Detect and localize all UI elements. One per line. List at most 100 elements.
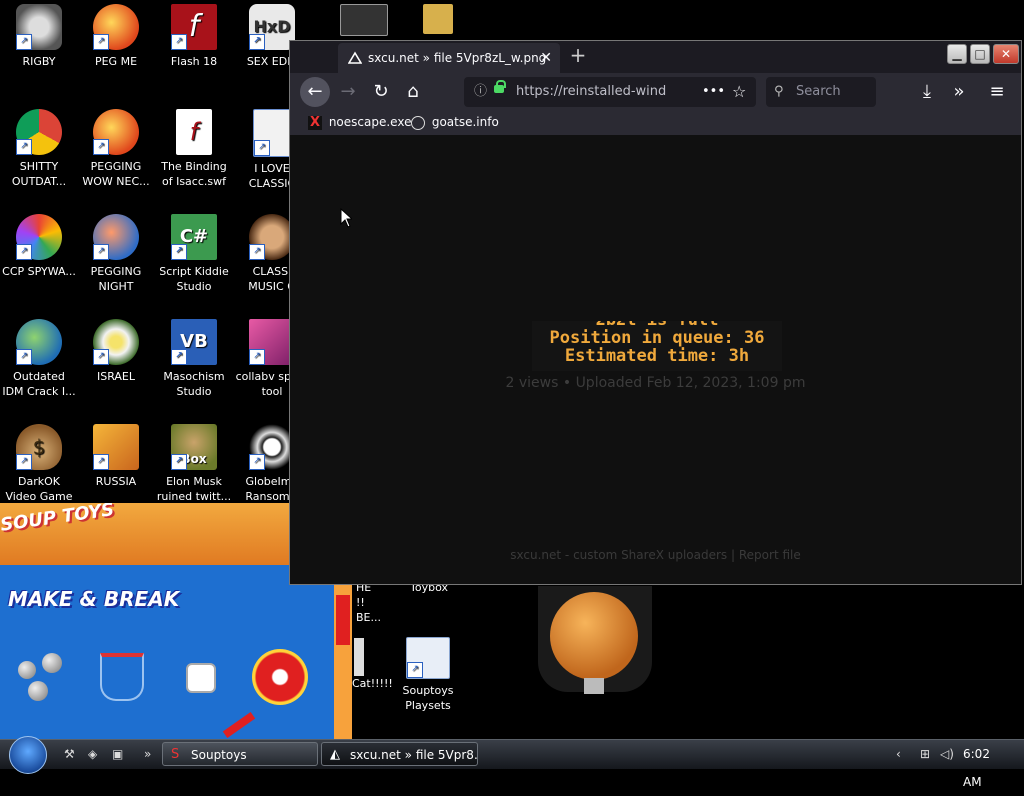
firefox-tab-icon: ◭ (330, 747, 340, 762)
home-button[interactable]: ⌂ (398, 77, 428, 107)
desktop-icon-pegging-wow[interactable]: ↗ PEGGING WOW NEC... (78, 109, 154, 189)
red-arrow-icon[interactable] (336, 595, 350, 645)
close-window-button[interactable]: ✕ (993, 44, 1019, 64)
basketball-stand (584, 678, 604, 694)
system-clock[interactable]: 6:02 AM (963, 740, 1011, 796)
partial-label-fragment: HE !! BE... (356, 581, 381, 624)
red-x-icon: X (308, 114, 322, 130)
red-stick-toy[interactable] (222, 711, 256, 739)
terminal-icon (340, 4, 388, 36)
url-bar[interactable]: ⓘ https://reinstalled-wind ••• ☆ (464, 77, 756, 107)
desktop-icon-russia[interactable]: ↗ RUSSIA (78, 424, 154, 489)
volume-icon[interactable]: ◁) (940, 745, 954, 763)
quicklaunch-desktop-icon[interactable]: ▣ (112, 745, 123, 763)
sxcu-favicon-icon (348, 51, 362, 64)
desktop-icon-masochism-studio[interactable]: VB ↗ Masochism Studio (156, 319, 232, 399)
back-button[interactable]: ← (300, 77, 330, 107)
metal-ball[interactable] (18, 661, 36, 679)
folder-icon (423, 4, 453, 34)
bookmarks-toolbar: X noescape.exe goatse.info (290, 111, 1021, 135)
url-text: https://reinstalled-wind (516, 84, 667, 99)
desktop-icon-elon-musk[interactable]: Box ↗ Elon Musk ruined twitt... (156, 424, 232, 504)
bookmark-noescape[interactable]: X noescape.exe (308, 111, 411, 133)
quicklaunch-tool-icon[interactable]: ⚒ (64, 745, 75, 763)
desktop-icon-outdated-idm[interactable]: ↗ Outdated IDM Crack I... (1, 319, 77, 399)
flash-icon: f ↗ (171, 4, 217, 50)
desktop-icon-rigby[interactable]: ↗ RIGBY (1, 4, 77, 69)
mouse-cursor-icon (340, 208, 352, 228)
quicklaunch-overflow-icon[interactable]: » (144, 745, 151, 763)
menu-button[interactable]: ≡ (982, 77, 1012, 107)
desktop-icon-script-kiddie[interactable]: C# ↗ Script Kiddie Studio (156, 214, 232, 294)
quicklaunch-browser-icon[interactable]: ◈ (88, 745, 97, 763)
desktop-icon-partial-2[interactable] (400, 4, 476, 38)
desktop-icon-souptoys-playsets[interactable]: ↗ Souptoys Playsets (390, 637, 466, 713)
peg-p-icon: ↗ (93, 4, 139, 50)
network-icon[interactable]: ⊞ (920, 745, 930, 763)
forward-button[interactable]: → (333, 77, 363, 107)
show-hidden-icons-icon[interactable]: ‹ (896, 745, 901, 763)
make-and-break-title: MAKE & BREAK (8, 587, 180, 611)
tab-strip: sxcu.net » file 5Vpr8zL_w.png ✕ + ▁ □ ✕ (290, 41, 1021, 73)
gear-toy[interactable] (252, 649, 308, 705)
taskbar-button-souptoys[interactable]: S Souptoys (162, 742, 318, 766)
desktop-icon-pegging-night[interactable]: ↗ PEGGING NIGHT (78, 214, 154, 294)
info-icon[interactable]: ⓘ (474, 77, 487, 107)
desktop-icon-flash-18[interactable]: f ↗ Flash 18 (156, 4, 232, 69)
globe-icon (411, 115, 425, 130)
raccoon-icon: ↗ (16, 4, 62, 50)
desktop-icon-shitty-outdat[interactable]: ↗ SHITTY OUTDAT... (1, 109, 77, 189)
peg-p-icon: ↗ (93, 214, 139, 260)
desktop-icon-peg-me[interactable]: ↗ PEG ME (78, 4, 154, 69)
page-actions-icon[interactable]: ••• (702, 77, 725, 107)
desktop-icon-cat[interactable]: Cat!!!!! (352, 638, 393, 691)
start-button[interactable] (9, 736, 47, 774)
bookmark-star-icon[interactable]: ☆ (732, 77, 746, 107)
lock-shackle-icon (496, 80, 506, 88)
browser-window[interactable]: sxcu.net » file 5Vpr8zL_w.png ✕ + ▁ □ ✕ … (289, 40, 1022, 585)
metal-ball[interactable] (28, 681, 48, 701)
report-file-link[interactable]: Report file (739, 548, 801, 562)
downloads-button[interactable]: ⤓ (912, 77, 942, 107)
basket-toy[interactable] (100, 653, 144, 701)
swf-file-icon: f (176, 109, 212, 155)
idm-globe-icon: ↗ (16, 319, 62, 365)
desktop-icon-binding-of-isacc[interactable]: f The Binding of Isacc.swf (156, 109, 232, 189)
search-input[interactable]: ⚲ Search (766, 77, 876, 107)
tab-close-icon[interactable]: ✕ (540, 43, 552, 73)
page-content: 2b2t is full Position in queue: 36 Estim… (290, 135, 1021, 584)
amber-box-icon: ↗ (93, 424, 139, 470)
search-icon: ⚲ (774, 84, 784, 99)
cat-file-icon (354, 638, 364, 676)
desktop-icon-ccp-spywa[interactable]: ↗ CCP SPYWA... (1, 214, 77, 279)
tab-active[interactable]: sxcu.net » file 5Vpr8zL_w.png ✕ (338, 43, 560, 73)
money-bag-icon: $ ↗ (16, 424, 62, 470)
chrome-icon: ↗ (16, 109, 62, 155)
taskbar-button-browser[interactable]: ◭ sxcu.net » file 5Vpr8... (321, 742, 478, 766)
upload-meta: 2 views • Uploaded Feb 12, 2023, 1:09 pm (505, 375, 806, 391)
desktop-icon-partial-1[interactable] (326, 4, 402, 40)
metal-ball[interactable] (42, 653, 62, 673)
uploaded-image[interactable]: 2b2t is full Position in queue: 36 Estim… (532, 321, 782, 371)
basketball-icon (550, 592, 638, 680)
footer-site-link[interactable]: sxcu.net - custom ShareX uploaders (510, 548, 727, 562)
calendar-icon: ↗ (253, 109, 291, 157)
reload-button[interactable]: ↻ (366, 77, 396, 107)
bookmark-goatse[interactable]: goatse.info (411, 111, 499, 133)
desktop-icon-israel[interactable]: ↗ ISRAEL (78, 319, 154, 384)
chromium-icon: ↗ (16, 214, 62, 260)
maximize-button[interactable]: □ (970, 44, 990, 64)
image-text-line-2: Position in queue: 36 (549, 328, 765, 348)
new-tab-button[interactable]: + (568, 41, 588, 71)
badge-toy[interactable] (186, 663, 216, 693)
navigation-bar: ← → ↻ ⌂ ⓘ https://reinstalled-wind ••• ☆… (290, 73, 1021, 111)
overflow-chevron-button[interactable]: » (944, 77, 974, 107)
souptoys-side-panel (334, 565, 352, 739)
basketball-toy[interactable] (538, 586, 652, 694)
desktop-icon-darkok[interactable]: $ ↗ DarkOK Video Game (1, 424, 77, 504)
souptoys-logo: SOUP TOYS (0, 503, 116, 536)
minimize-button[interactable]: ▁ (947, 44, 967, 64)
csharp-icon: C# ↗ (171, 214, 217, 260)
flower-icon: ↗ (93, 319, 139, 365)
playsets-icon: ↗ (406, 637, 450, 679)
